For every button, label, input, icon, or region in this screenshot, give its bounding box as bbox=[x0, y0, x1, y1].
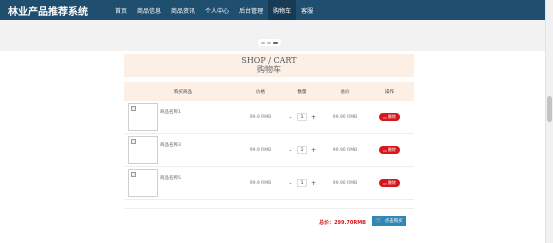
nav-cart[interactable]: 购物车 bbox=[268, 0, 297, 20]
decrease-button[interactable]: - bbox=[287, 114, 294, 121]
table-row: 商品名称5 99.9 RMB - 1 + 99.90 RMB ▭ 删除 bbox=[124, 167, 414, 200]
product-image[interactable] bbox=[128, 169, 158, 197]
product-cell: 商品名称1 bbox=[124, 101, 242, 133]
nav-profile[interactable]: 个人中心 bbox=[200, 0, 234, 20]
cart-icon: 🛒 bbox=[375, 217, 383, 224]
page-scrollbar[interactable] bbox=[545, 0, 553, 243]
nav-products[interactable]: 商品信息 bbox=[132, 0, 166, 20]
delete-button[interactable]: ▭ 删除 bbox=[379, 179, 400, 187]
header-action: 操作 bbox=[385, 89, 394, 95]
carousel-banner bbox=[0, 20, 545, 51]
product-image[interactable] bbox=[128, 103, 158, 131]
table-row: 商品名称1 99.9 RMB - 1 + 99.90 RMB ▭ 删除 bbox=[124, 101, 414, 134]
scrollbar-thumb[interactable] bbox=[547, 96, 552, 122]
increase-button[interactable]: + bbox=[310, 180, 317, 187]
qty-cell: - 1 + bbox=[279, 113, 325, 121]
product-cell: 商品名称5 bbox=[124, 167, 242, 199]
checkout-button[interactable]: 🛒 点击购买 bbox=[372, 216, 406, 226]
action-cell: ▭ 删除 bbox=[365, 113, 414, 121]
quantity-stepper: - 1 + bbox=[279, 113, 325, 121]
item-price: 99.9 RMB bbox=[249, 180, 272, 186]
qty-cell: - 1 + bbox=[279, 146, 325, 154]
carousel-indicators bbox=[258, 39, 281, 46]
item-total: 99.90 RMB bbox=[332, 180, 358, 186]
item-total: 99.90 RMB bbox=[332, 114, 358, 120]
carousel-dot[interactable] bbox=[261, 41, 265, 44]
nav-service[interactable]: 客服 bbox=[296, 0, 318, 20]
quantity-stepper: - 1 + bbox=[279, 179, 325, 187]
trash-icon: ▭ bbox=[383, 180, 387, 186]
cart-footer: 总价：299.70RMB 🛒 点击购买 bbox=[124, 208, 414, 234]
action-cell: ▭ 删除 bbox=[365, 179, 414, 187]
main-nav: 首页 商品信息 商品资讯 个人中心 后台管理 购物车 客服 bbox=[110, 0, 318, 20]
header-qty: 数量 bbox=[297, 89, 307, 95]
top-navbar: 林业产品推荐系统 首页 商品信息 商品资讯 个人中心 后台管理 购物车 客服 bbox=[0, 0, 545, 20]
quantity-stepper: - 1 + bbox=[279, 146, 325, 154]
quantity-input[interactable]: 1 bbox=[297, 146, 307, 154]
delete-label: 删除 bbox=[387, 114, 396, 119]
decrease-button[interactable]: - bbox=[287, 180, 294, 187]
item-price: 99.9 RMB bbox=[249, 114, 272, 120]
trash-icon: ▭ bbox=[383, 147, 387, 153]
delete-label: 删除 bbox=[387, 180, 396, 185]
increase-button[interactable]: + bbox=[310, 114, 317, 121]
cart-table: 购买商品 价格 数量 总价 操作 商品名称1 99.9 RMB - 1 + 99… bbox=[124, 82, 414, 200]
cart-title-en: SHOP / CART bbox=[241, 56, 297, 65]
carousel-dot[interactable] bbox=[267, 41, 271, 44]
delete-button[interactable]: ▭ 删除 bbox=[379, 113, 400, 121]
broken-image-icon bbox=[131, 172, 136, 177]
delete-button[interactable]: ▭ 删除 bbox=[379, 146, 400, 154]
cart-title-cn: 购物车 bbox=[257, 65, 281, 74]
checkout-label: 点击购买 bbox=[384, 219, 403, 224]
qty-cell: - 1 + bbox=[279, 179, 325, 187]
product-name[interactable]: 商品名称1 bbox=[160, 109, 181, 115]
quantity-input[interactable]: 1 bbox=[297, 179, 307, 187]
cart-header: SHOP / CART 购物车 bbox=[124, 54, 414, 77]
action-cell: ▭ 删除 bbox=[365, 146, 414, 154]
site-title: 林业产品推荐系统 bbox=[8, 6, 88, 18]
trash-icon: ▭ bbox=[383, 114, 387, 120]
quantity-input[interactable]: 1 bbox=[297, 113, 307, 121]
grand-total: 总价：299.70RMB bbox=[319, 220, 366, 226]
increase-button[interactable]: + bbox=[310, 147, 317, 154]
table-header: 购买商品 价格 数量 总价 操作 bbox=[124, 82, 414, 101]
item-total: 99.90 RMB bbox=[332, 147, 358, 153]
nav-admin[interactable]: 后台管理 bbox=[234, 0, 268, 20]
decrease-button[interactable]: - bbox=[287, 147, 294, 154]
broken-image-icon bbox=[131, 139, 136, 144]
carousel-dot-active[interactable] bbox=[273, 41, 278, 44]
product-name[interactable]: 商品名称5 bbox=[160, 175, 181, 181]
header-price: 价格 bbox=[256, 89, 265, 95]
product-cell: 商品名称3 bbox=[124, 134, 242, 166]
product-name[interactable]: 商品名称3 bbox=[160, 142, 181, 148]
header-product: 购买商品 bbox=[174, 89, 192, 95]
header-total: 总价 bbox=[340, 89, 350, 95]
broken-image-icon bbox=[131, 106, 136, 111]
nav-home[interactable]: 首页 bbox=[110, 0, 132, 20]
delete-label: 删除 bbox=[387, 147, 396, 152]
product-image[interactable] bbox=[128, 136, 158, 164]
item-price: 99.9 RMB bbox=[249, 147, 272, 153]
table-row: 商品名称3 99.9 RMB - 1 + 99.90 RMB ▭ 删除 bbox=[124, 134, 414, 167]
nav-news[interactable]: 商品资讯 bbox=[166, 0, 200, 20]
